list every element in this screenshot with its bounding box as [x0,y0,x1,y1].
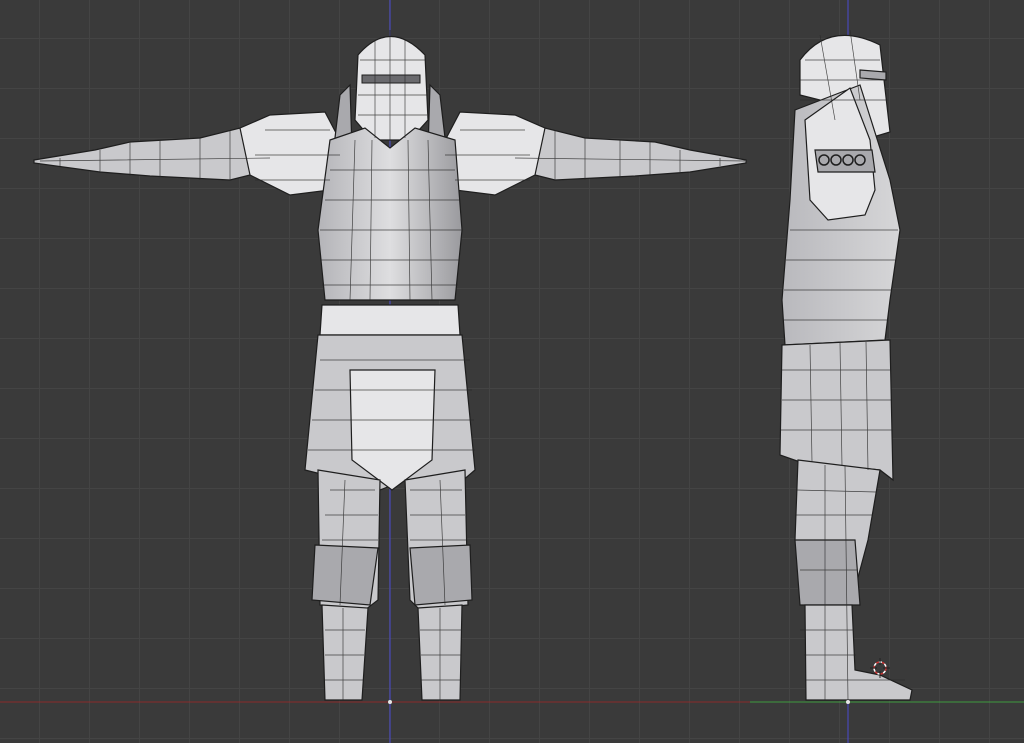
side-boot[interactable] [804,604,913,701]
origin-point [388,700,392,704]
side-greave [794,539,861,606]
belt [319,304,461,336]
side-view[interactable] [779,29,913,701]
right-arm[interactable] [513,127,747,181]
helmet[interactable] [354,35,429,141]
right-greave [409,544,473,606]
visor-slit [361,74,421,84]
3d-viewport[interactable] [0,0,1024,743]
viewport-canvas[interactable] [0,0,1024,743]
origin-point-side [846,700,850,704]
side-hand [814,149,876,173]
chest-plate[interactable] [317,127,463,301]
side-visor [859,69,887,81]
left-boot[interactable] [321,604,369,701]
side-skirt[interactable] [779,339,894,482]
left-arm[interactable] [33,127,272,181]
left-greave [311,544,379,606]
